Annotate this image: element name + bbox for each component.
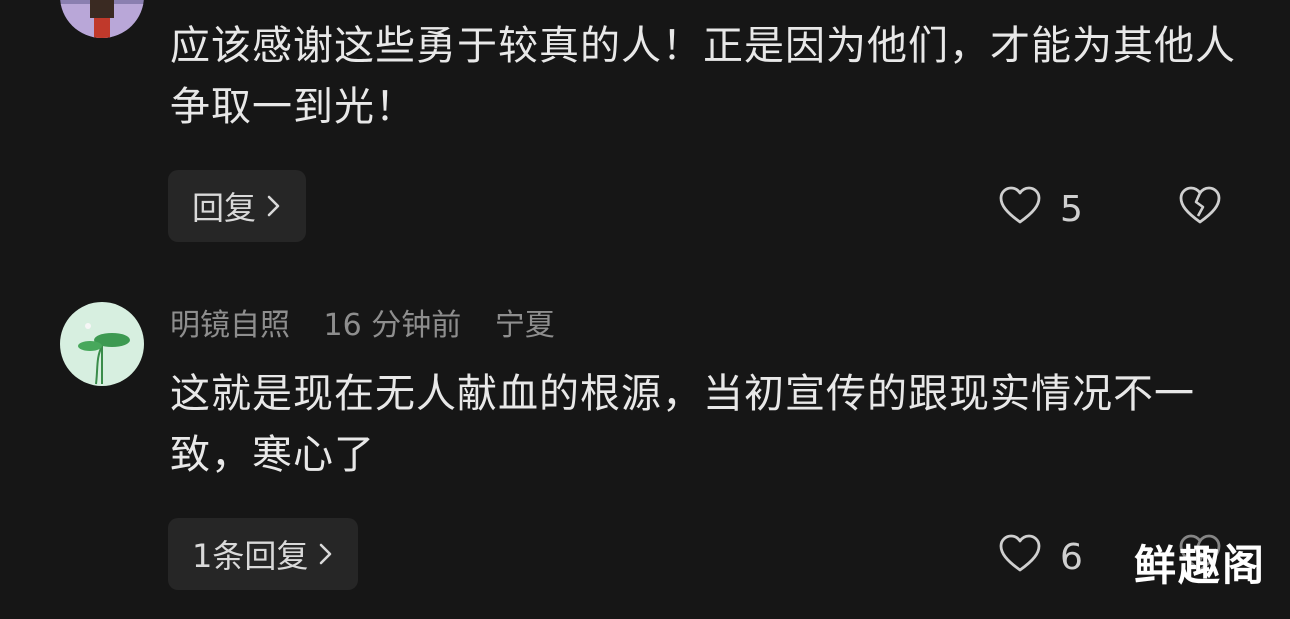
watermark: 鲜趣阁 <box>1133 541 1266 590</box>
location: 宁夏 <box>494 308 555 343</box>
reply-button[interactable]: 回复 <box>168 170 307 242</box>
like-button[interactable]: 5 <box>998 185 1083 234</box>
heart-icon <box>998 185 1042 234</box>
comment-text: 应该感谢这些勇于较真的人！正是因为他们，才能为其他人争取一到光！ <box>170 23 1236 130</box>
like-button[interactable]: 6 <box>998 533 1083 582</box>
chevron-right-icon <box>266 194 282 218</box>
reply-button[interactable]: 1条回复 <box>168 518 359 590</box>
chevron-right-icon <box>318 542 334 566</box>
username[interactable]: 明镜自照 <box>170 308 290 343</box>
dislike-button[interactable] <box>1178 185 1222 229</box>
like-count: 5 <box>1060 189 1083 230</box>
heart-icon <box>998 533 1042 582</box>
comment-text: 这就是现在无人献血的根源，当初宣传的跟现实情况不一致，寒心了 <box>170 371 1195 478</box>
avatar[interactable] <box>60 0 144 38</box>
reply-label: 回复 <box>192 189 257 227</box>
avatar[interactable] <box>60 302 144 386</box>
reply-label: 1条回复 <box>192 537 309 575</box>
broken-heart-icon <box>1178 186 1222 229</box>
like-count: 6 <box>1060 537 1083 578</box>
timestamp: 16 分钟前 <box>323 308 462 343</box>
comment-meta: 明镜自照 16 分钟前 宁夏 <box>170 306 579 346</box>
